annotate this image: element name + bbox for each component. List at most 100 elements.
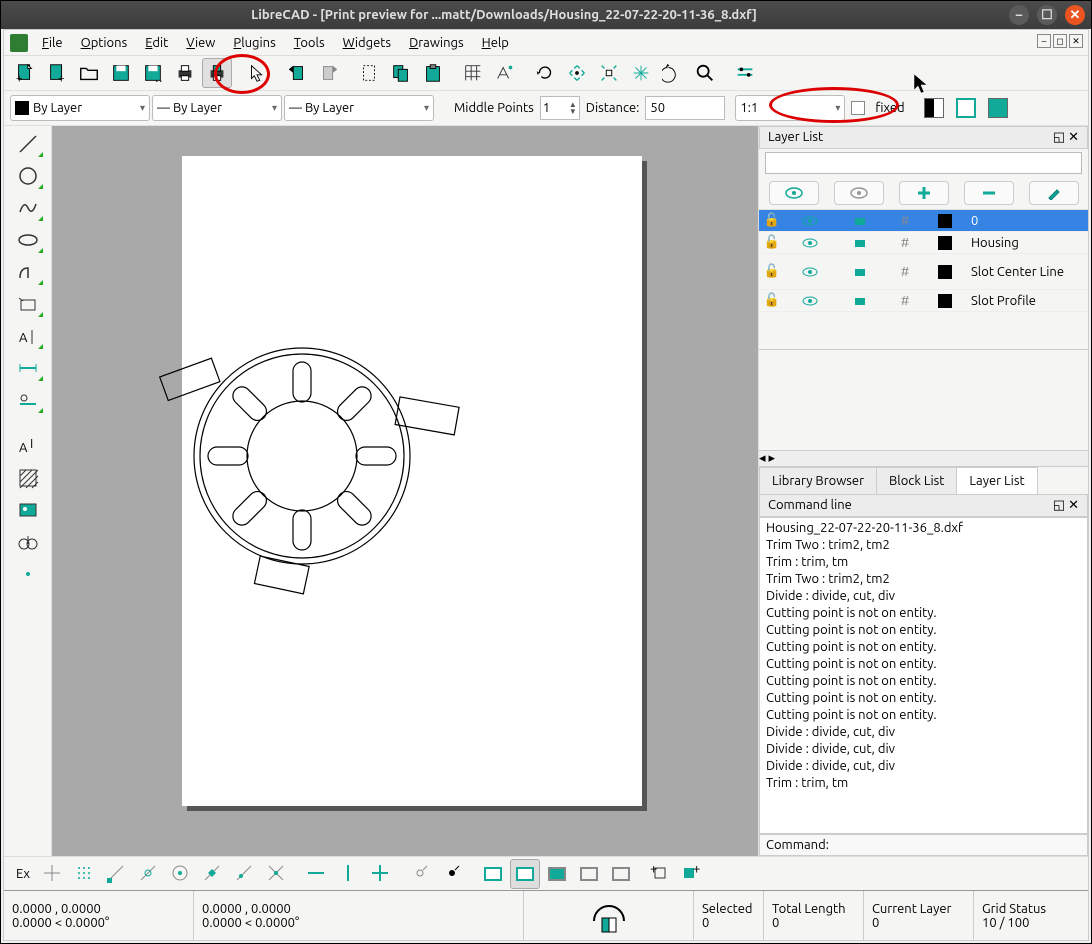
add-layer-button[interactable] bbox=[899, 181, 949, 205]
tab-library[interactable]: Library Browser bbox=[759, 467, 877, 494]
color-dropdown[interactable]: By Layer▾ bbox=[10, 95, 150, 121]
hide-all-layers-button[interactable] bbox=[834, 181, 884, 205]
scale-dropdown[interactable]: 1:1▾ bbox=[735, 95, 845, 121]
snap-mid[interactable] bbox=[198, 859, 228, 889]
screen2[interactable] bbox=[510, 859, 540, 889]
layer-row-slot-profile[interactable]: 🔓 # Slot Profile bbox=[759, 290, 1088, 312]
snap-dist[interactable] bbox=[230, 859, 260, 889]
snap-end[interactable] bbox=[102, 859, 132, 889]
canvas[interactable] bbox=[52, 126, 758, 856]
fixed-checkbox[interactable] bbox=[851, 101, 865, 115]
modify-tool[interactable] bbox=[12, 386, 44, 414]
ellipse-tool[interactable] bbox=[12, 226, 44, 254]
tab-block[interactable]: Block List bbox=[876, 467, 957, 494]
screen3[interactable] bbox=[542, 859, 572, 889]
cmd-close-icon[interactable]: ✕ bbox=[1068, 498, 1079, 513]
screen4[interactable] bbox=[574, 859, 604, 889]
zoom-window-button[interactable] bbox=[658, 58, 688, 88]
menu-tools[interactable]: Tools bbox=[286, 33, 333, 53]
center-page-button[interactable] bbox=[983, 93, 1013, 123]
linetype-dropdown[interactable]: ― By Layer▾ bbox=[284, 95, 434, 121]
restrict-ortho[interactable] bbox=[334, 859, 364, 889]
relzero-lock[interactable] bbox=[438, 859, 468, 889]
block-tool[interactable] bbox=[12, 528, 44, 556]
redo-button[interactable] bbox=[314, 58, 344, 88]
linewidth-dropdown[interactable]: — By Layer▾ bbox=[152, 95, 282, 121]
panel-close-icon[interactable]: ✕ bbox=[1068, 130, 1079, 145]
mtext-tool[interactable]: AI bbox=[12, 432, 44, 460]
menu-widgets[interactable]: Widgets bbox=[335, 33, 399, 53]
new-template-button[interactable]: + bbox=[42, 58, 72, 88]
add-view2[interactable]: + bbox=[678, 859, 708, 889]
layer-table[interactable]: 🔓 # 0 🔓 # Housing bbox=[759, 210, 1088, 350]
lock-icon[interactable]: 🔓 bbox=[764, 213, 780, 228]
copy-button[interactable] bbox=[386, 58, 416, 88]
dim-tool[interactable] bbox=[12, 354, 44, 382]
zoom-prev-button[interactable] bbox=[626, 58, 656, 88]
screen1[interactable] bbox=[478, 859, 508, 889]
draft-button[interactable] bbox=[490, 58, 520, 88]
zoom-redraw-button[interactable] bbox=[530, 58, 560, 88]
menu-edit[interactable]: Edit bbox=[137, 33, 176, 53]
command-input[interactable]: Command: bbox=[759, 834, 1088, 856]
menu-drawings[interactable]: Drawings bbox=[401, 33, 472, 53]
bw-toggle[interactable] bbox=[919, 93, 949, 123]
mdi-close[interactable]: ✕ bbox=[1069, 34, 1083, 48]
paste-button[interactable] bbox=[418, 58, 448, 88]
menu-view[interactable]: View bbox=[178, 33, 223, 53]
cut-button[interactable] bbox=[354, 58, 384, 88]
snap-entity[interactable] bbox=[134, 859, 164, 889]
curve-tool[interactable] bbox=[12, 194, 44, 222]
edit-layer-button[interactable] bbox=[1029, 181, 1079, 205]
menu-plugins[interactable]: Plugins bbox=[225, 33, 283, 53]
zoom-pan-button[interactable] bbox=[690, 58, 720, 88]
pointer-button[interactable] bbox=[242, 58, 272, 88]
hatch-tool[interactable] bbox=[12, 464, 44, 492]
layer-hscroll[interactable]: ◂ ▸ bbox=[759, 450, 1088, 466]
show-all-layers-button[interactable] bbox=[769, 181, 819, 205]
mdi-max[interactable]: ◻ bbox=[1053, 34, 1067, 48]
close-button[interactable]: ✕ bbox=[1065, 5, 1085, 25]
command-log[interactable]: Housing_22-07-22-20-11-36_8.dxfTrim Two … bbox=[759, 517, 1088, 834]
snap-center[interactable] bbox=[166, 859, 196, 889]
mdi-min[interactable]: – bbox=[1037, 34, 1051, 48]
print-preview-button[interactable] bbox=[202, 58, 232, 88]
snap-free[interactable] bbox=[38, 859, 68, 889]
screen5[interactable] bbox=[606, 859, 636, 889]
tab-layer[interactable]: Layer List bbox=[956, 467, 1037, 494]
menu-file[interactable]: FFileile bbox=[34, 33, 71, 53]
grid-button[interactable] bbox=[458, 58, 488, 88]
new-button[interactable]: + bbox=[10, 58, 40, 88]
layer-row-housing[interactable]: 🔓 # Housing bbox=[759, 232, 1088, 254]
point-tool[interactable] bbox=[12, 560, 44, 588]
open-button[interactable] bbox=[74, 58, 104, 88]
polyline-tool[interactable] bbox=[12, 258, 44, 286]
undo-button[interactable] bbox=[282, 58, 312, 88]
select-tool[interactable] bbox=[12, 290, 44, 318]
save-button[interactable] bbox=[106, 58, 136, 88]
zoom-in-button[interactable] bbox=[562, 58, 592, 88]
zoom-auto-button[interactable] bbox=[594, 58, 624, 88]
print-button[interactable] bbox=[170, 58, 200, 88]
middle-points-input[interactable]: 1▲▼ bbox=[540, 96, 580, 120]
menu-help[interactable]: Help bbox=[474, 33, 517, 53]
snap-int[interactable] bbox=[262, 859, 292, 889]
menu-options[interactable]: Options bbox=[73, 33, 136, 53]
relzero-set[interactable] bbox=[406, 859, 436, 889]
layer-row-0[interactable]: 🔓 # 0 bbox=[759, 210, 1088, 232]
add-view[interactable]: + bbox=[646, 859, 676, 889]
saveas-button[interactable]: … bbox=[138, 58, 168, 88]
fit-page-button[interactable] bbox=[951, 93, 981, 123]
maximize-button[interactable]: ☐ bbox=[1037, 5, 1057, 25]
layer-row-slot-center[interactable]: 🔓 # Slot Center Line bbox=[759, 254, 1088, 290]
remove-layer-button[interactable] bbox=[964, 181, 1014, 205]
image-tool[interactable] bbox=[12, 496, 44, 524]
minimize-button[interactable]: – bbox=[1009, 5, 1029, 25]
snap-grid[interactable] bbox=[70, 859, 100, 889]
circle-tool[interactable] bbox=[12, 162, 44, 190]
panel-float-icon[interactable]: ◱ bbox=[1053, 130, 1065, 145]
cmd-float-icon[interactable]: ◱ bbox=[1053, 498, 1065, 513]
edit-props-button[interactable] bbox=[730, 58, 760, 88]
text-tool[interactable]: A bbox=[12, 322, 44, 350]
line-tool[interactable] bbox=[12, 130, 44, 158]
